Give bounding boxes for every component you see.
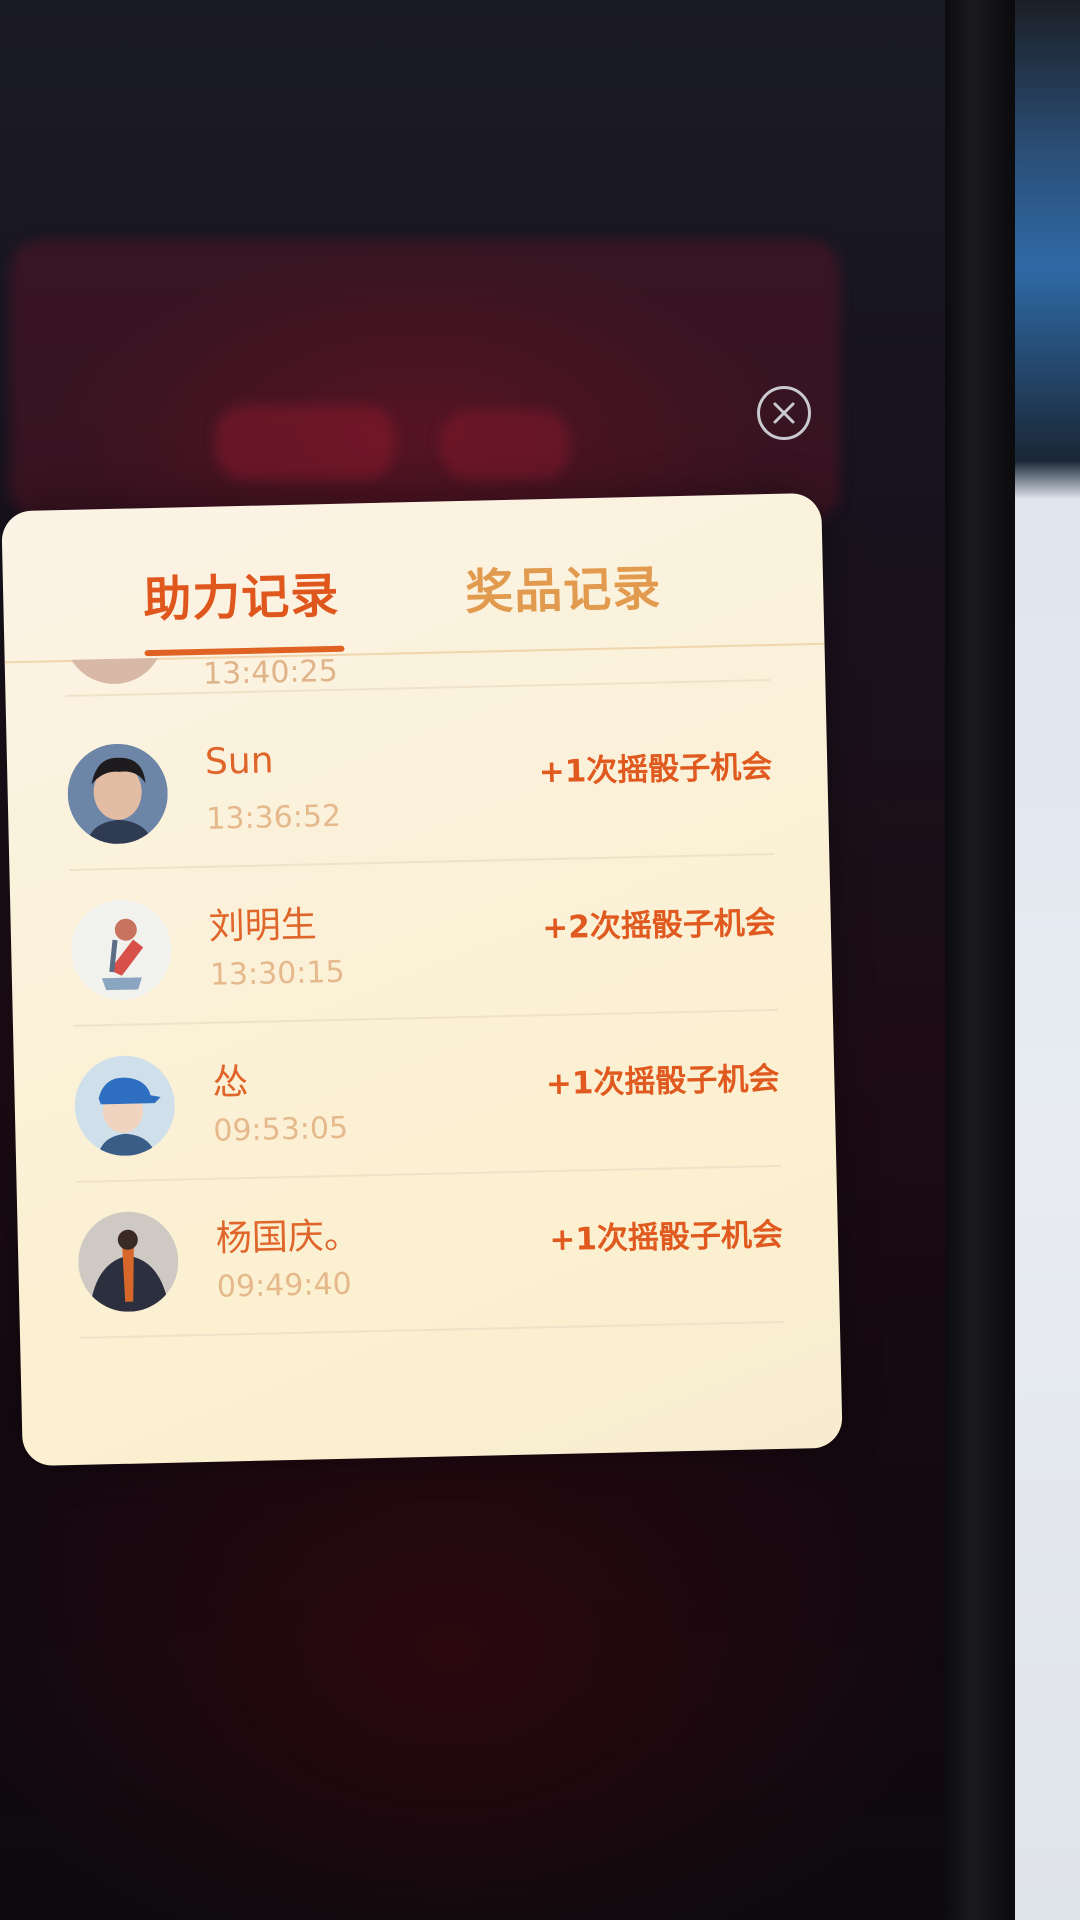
blurred-background-card (10, 240, 840, 520)
user-name: 怂 (211, 1061, 249, 1104)
avatar (77, 1210, 180, 1313)
user-name: Sun (204, 740, 274, 783)
close-button[interactable] (757, 386, 811, 440)
blurred-background-button (215, 405, 395, 480)
close-icon (773, 402, 795, 424)
list-item: 杨国庆。 09:49:40 +1次摇骰子机会 (17, 1166, 840, 1341)
phone-bezel (945, 0, 1015, 1920)
record-time: 13:36:52 (205, 798, 342, 837)
record-time: 09:53:05 (213, 1110, 349, 1149)
tab-prize-records[interactable]: 奖品记录 (464, 548, 662, 622)
reward-text: +1次摇骰子机会 (545, 1060, 780, 1103)
assist-record-list[interactable]: 13:40:25 Sun 13:36:52 +1次摇骰子机会 刘明生 13:30… (5, 642, 843, 1466)
avatar (70, 898, 173, 1001)
list-item: 刘明生 13:30:15 +2次摇骰子机会 (9, 854, 832, 1029)
record-time: 13:30:15 (209, 954, 345, 993)
background-surface (1015, 0, 1080, 1920)
blurred-background-button (440, 410, 570, 480)
user-name: 刘明生 (208, 904, 318, 948)
avatar (66, 742, 169, 845)
tab-assist-records[interactable]: 助力记录 (142, 556, 340, 630)
record-time: 09:49:40 (216, 1266, 353, 1305)
avatar (73, 1054, 176, 1157)
tab-bar: 助力记录 奖品记录 (1, 492, 825, 664)
divider (80, 1320, 785, 1339)
reward-text: +1次摇骰子机会 (538, 749, 773, 791)
record-time: 13:40:25 (202, 653, 339, 692)
user-name: 杨国庆。 (215, 1215, 361, 1260)
list-item: 怂 09:53:05 +1次摇骰子机会 (13, 1010, 836, 1185)
divider (65, 679, 771, 698)
reward-text: +1次摇骰子机会 (549, 1216, 784, 1259)
list-item: Sun 13:36:52 +1次摇骰子机会 (6, 698, 829, 873)
records-popup: 助力记录 奖品记录 13:40:25 Sun 13:36:52 +1次摇骰子机会 (1, 492, 843, 1467)
reward-text: +2次摇骰子机会 (541, 904, 777, 947)
